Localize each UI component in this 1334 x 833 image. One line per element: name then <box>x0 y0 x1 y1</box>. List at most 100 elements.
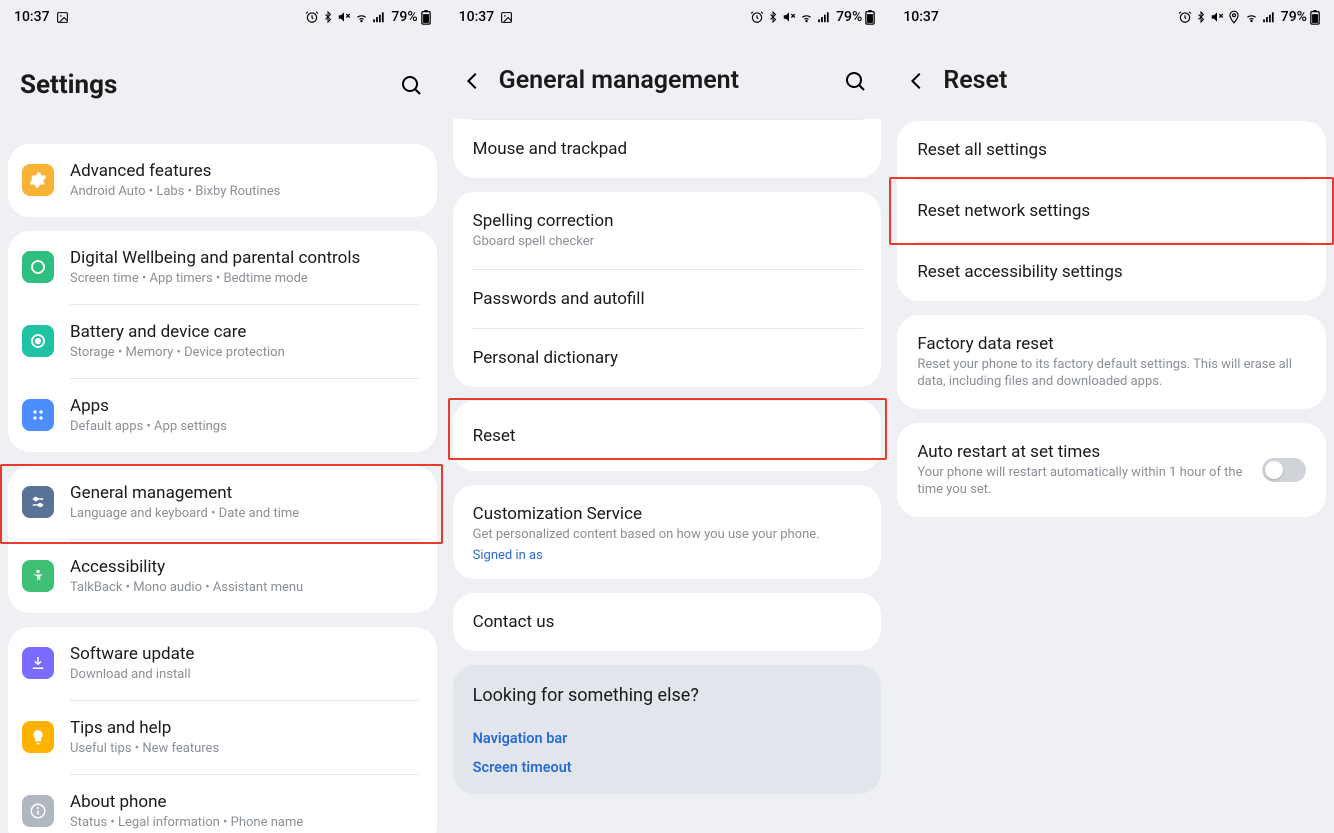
item-sub: Download and install <box>70 667 419 684</box>
item-label: Auto restart at set times <box>917 441 1246 463</box>
battery-percent: 79% <box>1281 9 1307 25</box>
signal-icon <box>1262 10 1276 24</box>
card-customization: Customization Service Get personalized c… <box>453 485 882 579</box>
item-label: Apps <box>70 395 419 417</box>
search-button[interactable] <box>841 67 869 95</box>
item-label: Customization Service <box>473 503 862 525</box>
item-reset-accessibility[interactable]: Reset accessibility settings <box>897 243 1326 301</box>
battery-percent: 79% <box>836 9 862 25</box>
screen-settings: 10:37 79% Settings Advanced feat <box>0 0 445 833</box>
suggest-title: Looking for something else? <box>473 685 862 706</box>
battery-icon <box>865 10 875 25</box>
item-label: Mouse and trackpad <box>473 138 862 160</box>
card-suggestions: Looking for something else? Navigation b… <box>453 665 882 794</box>
card-info: Software update Download and install Tip… <box>8 627 437 833</box>
apps-icon <box>22 399 54 431</box>
toggle-auto-restart[interactable] <box>1262 458 1306 482</box>
alarm-icon <box>305 10 319 24</box>
battery-percent: 79% <box>391 9 417 25</box>
item-mouse-trackpad[interactable]: Mouse and trackpad <box>453 120 882 178</box>
item-accessibility[interactable]: Accessibility TalkBack • Mono audio • As… <box>8 540 437 613</box>
item-sub: Android Auto • Labs • Bixby Routines <box>70 184 419 201</box>
download-icon <box>22 647 54 679</box>
status-bar: 10:37 79% <box>0 0 445 30</box>
alarm-icon <box>750 10 764 24</box>
item-sub: Storage • Memory • Device protection <box>70 345 419 362</box>
bluetooth-icon <box>322 10 334 24</box>
page-title: Reset <box>943 66 1314 95</box>
gear-icon <box>22 164 54 196</box>
item-label: Digital Wellbeing and parental controls <box>70 247 419 269</box>
item-personal-dictionary[interactable]: Personal dictionary <box>453 329 882 387</box>
battery-icon <box>1310 10 1320 25</box>
item-label: Tips and help <box>70 717 419 739</box>
suggest-link-navigation-bar[interactable]: Navigation bar <box>473 724 862 753</box>
status-bar: 10:37 79% <box>889 0 1334 30</box>
mute-icon <box>782 10 796 24</box>
item-label: Reset accessibility settings <box>917 261 1306 283</box>
item-about-phone[interactable]: About phone Status • Legal information •… <box>8 775 437 833</box>
item-customization-service[interactable]: Customization Service Get personalized c… <box>453 485 882 579</box>
item-factory-data-reset[interactable]: Factory data reset Reset your phone to i… <box>897 315 1326 409</box>
item-sub: Gboard spell checker <box>473 234 862 251</box>
item-label: About phone <box>70 791 419 813</box>
item-reset[interactable]: Reset <box>453 401 882 471</box>
item-label: Advanced features <box>70 160 419 182</box>
page-header: Reset <box>889 30 1334 121</box>
card-advanced: Advanced features Android Auto • Labs • … <box>8 144 437 217</box>
info-icon <box>22 795 54 827</box>
card-reset-options: Reset all settings Reset network setting… <box>897 121 1326 301</box>
bluetooth-icon <box>767 10 779 24</box>
item-label: Personal dictionary <box>473 347 862 369</box>
back-button[interactable] <box>905 69 929 93</box>
status-icons: 79% <box>305 9 430 25</box>
signal-icon <box>817 10 831 24</box>
status-icons: 79% <box>1178 9 1320 25</box>
wifi-icon <box>354 10 369 24</box>
card-system: General management Language and keyboard… <box>8 466 437 613</box>
page-header: Settings <box>0 30 445 130</box>
bulb-icon <box>22 721 54 753</box>
item-software-update[interactable]: Software update Download and install <box>8 627 437 700</box>
item-reset-network[interactable]: Reset network settings <box>897 180 1326 242</box>
item-sub: Get personalized content based on how yo… <box>473 527 862 544</box>
item-auto-restart[interactable]: Auto restart at set times Your phone wil… <box>897 423 1326 517</box>
item-apps[interactable]: Apps Default apps • App settings <box>8 379 437 452</box>
location-icon <box>1227 10 1241 24</box>
status-time: 10:37 <box>459 9 495 25</box>
item-battery-care[interactable]: Battery and device care Storage • Memory… <box>8 305 437 378</box>
mute-icon <box>337 10 351 24</box>
item-label: Reset all settings <box>917 139 1306 161</box>
card-factory-reset: Factory data reset Reset your phone to i… <box>897 315 1326 409</box>
wifi-icon <box>799 10 814 24</box>
item-general-management[interactable]: General management Language and keyboard… <box>8 466 437 539</box>
page-header: General management <box>445 30 890 121</box>
sliders-icon <box>22 486 54 518</box>
item-sub: Language and keyboard • Date and time <box>70 506 419 523</box>
page-title: General management <box>499 66 828 95</box>
item-digital-wellbeing[interactable]: Digital Wellbeing and parental controls … <box>8 231 437 304</box>
item-advanced-features[interactable]: Advanced features Android Auto • Labs • … <box>8 144 437 217</box>
screen-reset: 10:37 79% Reset Reset all settings Reset… <box>889 0 1334 833</box>
search-icon <box>843 69 867 93</box>
status-time: 10:37 <box>14 9 50 25</box>
card-device: Digital Wellbeing and parental controls … <box>8 231 437 452</box>
item-label: Contact us <box>473 611 862 633</box>
item-passwords-autofill[interactable]: Passwords and autofill <box>453 270 882 328</box>
search-button[interactable] <box>397 71 425 99</box>
item-label: Spelling correction <box>473 210 862 232</box>
picture-icon <box>500 11 513 24</box>
item-reset-all[interactable]: Reset all settings <box>897 121 1326 179</box>
item-sub: Useful tips • New features <box>70 741 419 758</box>
item-label: Passwords and autofill <box>473 288 862 310</box>
chevron-left-icon <box>462 70 484 92</box>
signal-icon <box>372 10 386 24</box>
item-sub: Your phone will restart automatically wi… <box>917 465 1246 499</box>
item-tips-help[interactable]: Tips and help Useful tips • New features <box>8 701 437 774</box>
item-spelling-correction[interactable]: Spelling correction Gboard spell checker <box>453 192 882 269</box>
item-contact-us[interactable]: Contact us <box>453 593 882 651</box>
back-button[interactable] <box>461 69 485 93</box>
suggest-link-screen-timeout[interactable]: Screen timeout <box>473 753 862 782</box>
item-sub: Screen time • App timers • Bedtime mode <box>70 271 419 288</box>
page-title: Settings <box>20 70 383 100</box>
